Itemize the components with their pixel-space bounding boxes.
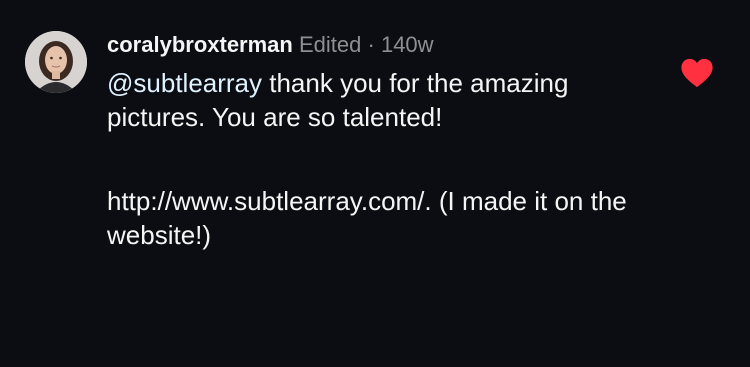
comment-text-line3: . (I made it on the: [424, 186, 627, 216]
comment-text: @subtlearray thank you for the amazing pi…: [107, 66, 667, 252]
username-link[interactable]: coralybroxterman: [107, 32, 293, 57]
avatar-image: [25, 31, 87, 93]
comment-meta: coralybroxterman Edited · 140w: [107, 30, 667, 60]
comment-text-line2: pictures. You are so talented!: [107, 102, 443, 132]
avatar[interactable]: [25, 31, 87, 93]
like-button[interactable]: [680, 57, 714, 89]
comment-paragraph-1: @subtlearray thank you for the amazing pi…: [107, 66, 667, 134]
comment-text-line1: thank you for the amazing: [262, 68, 569, 98]
comment-content: coralybroxterman Edited · 140w @subtlear…: [107, 30, 667, 252]
comment-url-link[interactable]: http://www.subtlearray.com/: [107, 186, 424, 216]
comment-paragraph-2: http://www.subtlearray.com/. (I made it …: [107, 184, 667, 252]
comment-text-line4: website!): [107, 220, 212, 250]
heart-icon: [681, 58, 713, 88]
mention-link[interactable]: @subtlearray: [107, 68, 262, 98]
comment-age[interactable]: 140w: [381, 32, 434, 57]
meta-separator: ·: [367, 32, 375, 57]
edited-label: Edited: [298, 32, 362, 57]
